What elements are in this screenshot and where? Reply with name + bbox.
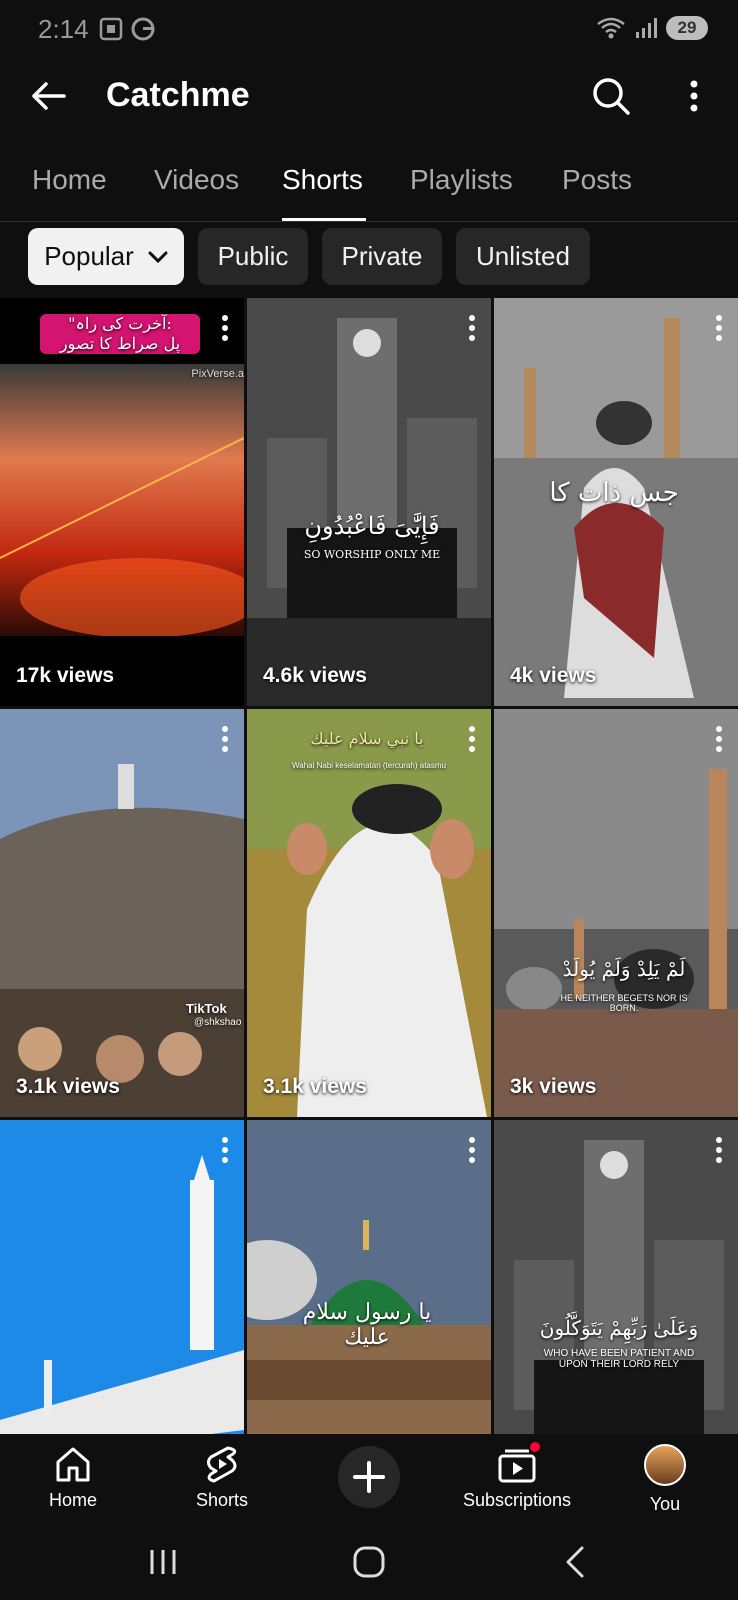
nav-home[interactable]: Home — [8, 1444, 138, 1511]
overlay-text: يا رسول سلام عليك — [302, 1300, 432, 1350]
more-vert-icon[interactable] — [714, 1136, 724, 1164]
overlay-text: جس ذات کا — [549, 478, 679, 508]
overlay-text: يا نبي سلام عليك — [310, 729, 424, 748]
signal-icon — [636, 18, 657, 38]
tab-posts[interactable]: Posts — [562, 164, 632, 196]
thumbnail-image — [247, 1120, 491, 1434]
tab-shorts[interactable]: Shorts — [282, 164, 363, 196]
more-vert-icon[interactable] — [714, 725, 724, 753]
more-vert-icon[interactable] — [220, 1136, 230, 1164]
avatar — [644, 1444, 686, 1486]
thumbnail-image — [0, 1120, 244, 1434]
more-vert-icon[interactable] — [467, 314, 477, 342]
view-count: 4k views — [510, 664, 597, 687]
thumbnail-image — [247, 298, 491, 706]
short-tile[interactable] — [0, 1120, 244, 1434]
chip-label: Private — [341, 241, 423, 271]
status-bar: 2:14 29 — [0, 0, 738, 60]
search-icon[interactable] — [590, 75, 632, 117]
overlay-subtitle: HE NEITHER BEGETS NOR IS BORN. — [560, 993, 688, 1013]
status-time: 2:14 — [38, 14, 89, 44]
thumbnail-image — [0, 709, 244, 1117]
shorts-icon — [207, 1446, 237, 1483]
more-vert-icon[interactable] — [220, 725, 230, 753]
thumbnail-image — [494, 1120, 738, 1434]
plus-icon — [353, 1461, 385, 1493]
more-vert-icon[interactable] — [467, 1136, 477, 1164]
nav-label: Home — [48, 1490, 97, 1510]
short-tile[interactable]: يا رسول سلام عليك — [247, 1120, 491, 1434]
watermark-text: PixVerse.a — [191, 368, 244, 380]
short-tile[interactable]: TikTok @shkshao 3.1k views — [0, 709, 244, 1117]
overlay-text: "آخرت کی راہ: پل صراط کا تصور — [40, 314, 200, 354]
view-count: 17k views — [16, 664, 115, 687]
overlay-subtitle: WHO HAVE BEEN PATIENT AND UPON THEIR LOR… — [543, 1348, 695, 1370]
short-tile[interactable]: فَإِيَّٰىَ فَاعْبُدُونِ SO WORSHIP ONLY … — [247, 298, 491, 706]
chip-public[interactable]: Public — [198, 228, 308, 285]
more-vert-icon[interactable] — [467, 725, 477, 753]
chip-label: Public — [217, 241, 289, 271]
tab-playlists[interactable]: Playlists — [410, 164, 513, 196]
view-count: 3.1k views — [16, 1075, 120, 1098]
recent-apps-icon[interactable] — [148, 1542, 178, 1582]
chip-unlisted[interactable]: Unlisted — [456, 228, 590, 285]
nav-you[interactable]: You — [600, 1444, 730, 1515]
nav-shorts[interactable]: Shorts — [157, 1444, 287, 1511]
chip-label: Unlisted — [476, 241, 570, 271]
short-tile[interactable]: لَمْ يَلِدْ وَلَمْ يُولَدْ HE NEITHER BE… — [494, 709, 738, 1117]
overlay-text: وَعَلَىٰ رَبِّهِمْ يَتَوَكَّلُونَ — [539, 1316, 699, 1340]
create-button[interactable] — [338, 1446, 400, 1508]
status-icons-right: 29 — [596, 16, 708, 40]
nav-label: You — [649, 1494, 681, 1514]
nav-subscriptions[interactable]: Subscriptions — [452, 1444, 582, 1511]
filter-chips: Popular Public Private Unlisted — [0, 228, 738, 286]
home-icon — [56, 1447, 90, 1482]
g-icon — [131, 17, 155, 41]
view-count: 3k views — [510, 1075, 597, 1098]
chevron-down-icon — [148, 251, 168, 263]
battery-icon: 29 — [666, 16, 708, 40]
status-icons-left — [98, 16, 156, 42]
system-nav-bar — [0, 1532, 738, 1600]
more-vert-icon[interactable] — [714, 314, 724, 342]
notification-badge — [528, 1440, 542, 1454]
overlay-subtitle: SO WORSHIP ONLY ME — [303, 548, 441, 561]
tab-home[interactable]: Home — [32, 164, 107, 196]
screenshot-icon — [99, 17, 123, 41]
home-system-icon[interactable] — [351, 1542, 387, 1582]
view-count: 3.1k views — [263, 1075, 367, 1098]
chip-label: Popular — [44, 241, 134, 271]
overlay-subtitle: Wahai Nabi keselamatan (tercurah) atasmu — [292, 761, 446, 770]
view-count: 4.6k views — [263, 664, 367, 687]
watermark-text: TikTok — [186, 1001, 227, 1016]
chip-popular[interactable]: Popular — [28, 228, 184, 285]
back-button[interactable] — [28, 76, 68, 116]
more-vert-icon[interactable] — [680, 75, 708, 117]
wifi-icon — [597, 17, 625, 39]
short-tile[interactable]: يا نبي سلام عليك Wahai Nabi keselamatan … — [247, 709, 491, 1117]
thumbnail-image — [247, 709, 491, 1117]
thumbnail-image — [0, 298, 244, 706]
channel-header: Catchme — [0, 60, 738, 132]
more-vert-icon[interactable] — [220, 314, 230, 342]
tab-videos[interactable]: Videos — [154, 164, 239, 196]
shorts-grid: "آخرت کی راہ: پل صراط کا تصور PixVerse.a… — [0, 298, 738, 1434]
nav-label: Subscriptions — [462, 1490, 572, 1510]
short-tile[interactable]: "آخرت کی راہ: پل صراط کا تصور PixVerse.a… — [0, 298, 244, 706]
chip-private[interactable]: Private — [322, 228, 442, 285]
handle-text: @shkshao — [194, 1017, 242, 1028]
nav-label: Shorts — [195, 1490, 249, 1510]
back-system-icon[interactable] — [562, 1542, 588, 1582]
bottom-nav: Home Shorts Subscriptions You — [0, 1434, 738, 1532]
page-title: Catchme — [106, 76, 250, 114]
overlay-text: لَمْ يَلِدْ وَلَمْ يُولَدْ — [562, 957, 686, 981]
active-tab-indicator — [282, 218, 366, 221]
thumbnail-image — [494, 709, 738, 1117]
short-tile[interactable]: جس ذات کا 4k views — [494, 298, 738, 706]
channel-tabs: Home Videos Shorts Playlists Posts — [0, 150, 738, 222]
short-tile[interactable]: وَعَلَىٰ رَبِّهِمْ يَتَوَكَّلُونَ WHO HA… — [494, 1120, 738, 1434]
overlay-text: فَإِيَّٰىَ فَاعْبُدُونِ — [304, 512, 440, 540]
